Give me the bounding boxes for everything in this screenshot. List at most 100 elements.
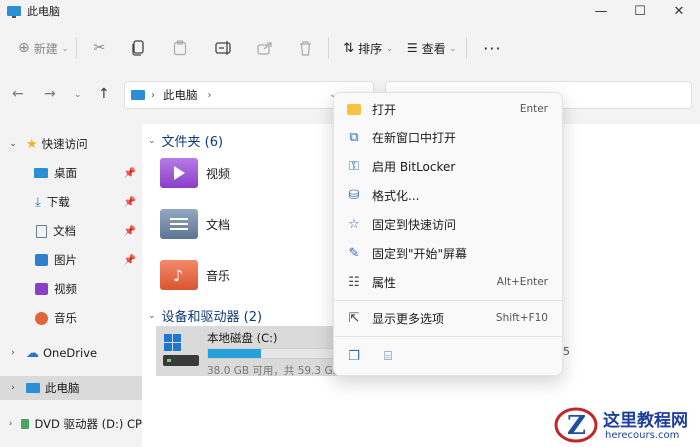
trash-icon (300, 40, 312, 56)
sidebar-item-label: 快速访问 (41, 137, 88, 151)
pin-icon[interactable]: 📌 (124, 255, 136, 266)
sidebar-item-onedrive[interactable]: › ☁ OneDrive (0, 341, 142, 365)
sort-button[interactable]: ⇅ 排序 ⌄ (343, 33, 393, 63)
menu-item-label: 启用 BitLocker (372, 159, 456, 174)
sidebar-item-desktop[interactable]: 桌面 📌 (0, 161, 142, 185)
divider (466, 37, 468, 59)
share-icon (257, 42, 272, 55)
copy-button[interactable] (131, 33, 145, 63)
pin-icon[interactable]: 📌 (124, 197, 136, 208)
sort-label: 排序 (358, 41, 383, 56)
rename-icon (215, 41, 231, 55)
chevron-down-icon[interactable]: ⌄ (148, 311, 156, 321)
menu-rename-button[interactable]: ⌸ (368, 342, 408, 370)
sidebar-item-music[interactable]: 音乐 (0, 306, 142, 330)
menu-item-open[interactable]: 打开 Enter (334, 95, 562, 123)
sidebar-item-label: OneDrive (43, 346, 98, 360)
videos-icon (35, 283, 48, 295)
divider (328, 37, 330, 59)
menu-item-open-new-window[interactable]: ⧉ 在新窗口中打开 (334, 123, 562, 151)
folder-item-videos[interactable]: 视频 (160, 155, 320, 191)
menu-shortcut: Shift+F10 (495, 312, 548, 324)
chevron-right-icon[interactable]: › (6, 383, 20, 393)
show-more-icon: ⇱ (348, 310, 360, 326)
menu-item-label: 显示更多选项 (372, 311, 445, 326)
sidebar-item-this-pc[interactable]: › 此电脑 (0, 376, 142, 400)
up-arrow-icon[interactable]: ↑ (98, 86, 110, 102)
chevron-down-icon: ⌄ (61, 43, 69, 53)
recent-chevron-icon[interactable]: ⌄ (74, 90, 82, 100)
delete-button[interactable] (299, 33, 312, 63)
chevron-down-icon[interactable]: ⌄ (148, 136, 156, 146)
sidebar-item-documents[interactable]: 文档 📌 (0, 219, 142, 243)
breadcrumb-this-pc[interactable]: 此电脑 (163, 87, 198, 103)
context-menu: 打开 Enter ⧉ 在新窗口中打开 ⚿ 启用 BitLocker ⛁ 格式化.… (333, 92, 563, 376)
navigation-pane: ⌄ ★ 快速访问 桌面 📌 ⤓ 下载 📌 文档 📌 图片 📌 视频 音乐 › ☁… (0, 124, 142, 447)
drives-group-header[interactable]: ⌄ 设备和驱动器 (2) (148, 306, 262, 325)
menu-item-label: 属性 (372, 275, 397, 290)
this-pc-icon (131, 90, 145, 100)
cut-button[interactable]: ✂ (93, 33, 105, 63)
sidebar-item-videos[interactable]: 视频 (0, 277, 142, 301)
site-watermark: Z 这里教程网 herecours.com (553, 404, 698, 446)
properties-icon: ☷ (348, 274, 360, 290)
menu-item-bitlocker[interactable]: ⚿ 启用 BitLocker (334, 152, 562, 180)
divider (76, 37, 78, 59)
chevron-down-icon[interactable]: ⌄ (6, 139, 20, 149)
chevron-right-icon[interactable]: › (6, 348, 20, 358)
sidebar-item-quick-access[interactable]: ⌄ ★ 快速访问 (0, 132, 142, 156)
menu-item-label: 固定到快速访问 (372, 217, 457, 232)
menu-item-format[interactable]: ⛁ 格式化... (334, 181, 562, 209)
sidebar-item-label: 文档 (53, 224, 76, 238)
sidebar-item-dvd-drive[interactable]: › DVD 驱动器 (D:) CP (0, 412, 142, 436)
watermark-logo-icon: Z (554, 407, 598, 443)
menu-shortcut: Enter (519, 103, 548, 115)
new-button[interactable]: ⊕ 新建 ⌄ (18, 33, 68, 63)
folder-item-music[interactable]: ♪ 音乐 (160, 257, 320, 293)
menu-item-pin-quick-access[interactable]: ☆ 固定到快速访问 (334, 210, 562, 238)
paste-button[interactable] (173, 33, 187, 63)
drive-space-info: 38.0 GB 可用，共 59.3 GB (207, 365, 340, 377)
close-button[interactable]: ✕ (656, 0, 700, 22)
folder-item-documents[interactable]: 文档 (160, 206, 320, 242)
folder-name: 音乐 (206, 268, 231, 283)
menu-item-label: 格式化... (372, 188, 420, 203)
sort-icon: ⇅ (343, 40, 355, 56)
music-folder-icon: ♪ (160, 260, 198, 290)
menu-item-label: 打开 (372, 102, 397, 117)
cloud-icon: ☁ (26, 345, 39, 361)
watermark-title: 这里教程网 (603, 411, 688, 431)
pin-icon[interactable]: 📌 (124, 168, 136, 179)
rename-button[interactable] (215, 33, 233, 63)
sidebar-item-label: 桌面 (54, 166, 77, 180)
sidebar-item-label: DVD 驱动器 (D:) CP (34, 417, 142, 431)
sidebar-item-pictures[interactable]: 图片 📌 (0, 248, 142, 272)
pin-icon[interactable]: 📌 (124, 226, 136, 237)
folder-name: 文档 (206, 217, 231, 232)
share-button[interactable] (257, 33, 273, 63)
star-outline-icon: ☆ (348, 216, 360, 232)
view-label: 查看 (421, 41, 446, 56)
open-new-window-icon: ⧉ (349, 129, 359, 145)
menu-item-label: 在新窗口中打开 (372, 130, 457, 145)
menu-divider (335, 336, 563, 337)
menu-item-properties[interactable]: ☷ 属性 Alt+Enter (334, 268, 562, 296)
chevron-right-icon[interactable]: › (6, 419, 15, 429)
command-bar: ⊕ 新建 ⌄ ✂ ⇅ 排序 ⌄ ☰ 查看 ⌄ ··· (0, 30, 700, 66)
title-bar: 此电脑 — ☐ ✕ (0, 0, 700, 22)
documents-folder-icon (160, 209, 198, 239)
sidebar-item-label: 下载 (46, 195, 70, 209)
menu-item-pin-start[interactable]: ✎ 固定到"开始"屏幕 (334, 239, 562, 267)
sidebar-item-downloads[interactable]: ⤓ 下载 📌 (0, 190, 142, 214)
back-arrow-icon[interactable]: ← (12, 86, 24, 102)
menu-item-show-more-options[interactable]: ⇱ 显示更多选项 Shift+F10 (334, 304, 562, 332)
folder-name: 视频 (206, 166, 231, 181)
forward-arrow-icon[interactable]: → (44, 86, 56, 102)
chevron-down-icon: ⌄ (386, 43, 393, 53)
view-button[interactable]: ☰ 查看 ⌄ (407, 33, 456, 63)
plus-circle-icon: ⊕ (18, 40, 30, 56)
more-options-button[interactable]: ··· (483, 33, 501, 63)
folders-group-header[interactable]: ⌄ 文件夹 (6) (148, 131, 223, 150)
drives-group-title: 设备和驱动器 (2) (161, 310, 263, 325)
view-list-icon: ☰ (406, 41, 418, 55)
